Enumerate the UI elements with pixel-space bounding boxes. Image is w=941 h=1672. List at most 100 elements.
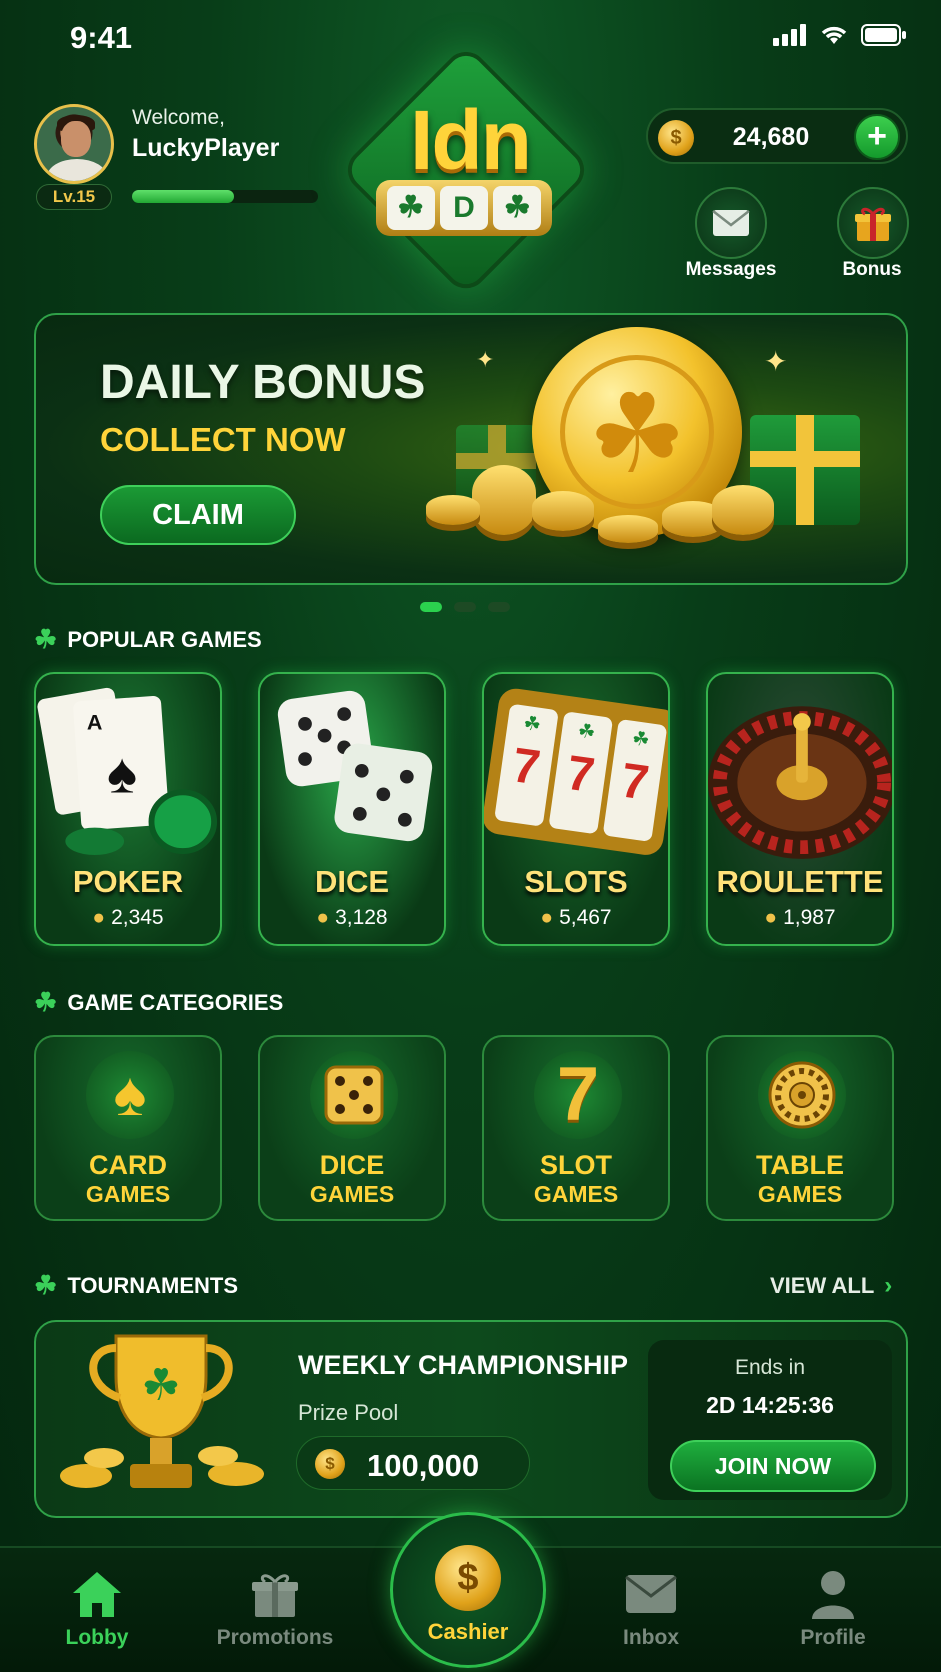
home-icon: [22, 1566, 172, 1622]
category-card-games[interactable]: ♠ CARD GAMES: [34, 1035, 222, 1221]
category-label: CARD GAMES: [36, 1151, 220, 1209]
game-name: SLOTS: [524, 864, 628, 899]
gift-icon: [200, 1566, 350, 1622]
game-card-roulette[interactable]: ROULETTE ● 1,987: [706, 672, 894, 946]
nav-lobby[interactable]: Lobby: [22, 1566, 172, 1650]
user-icon: ●: [316, 906, 330, 929]
join-now-button[interactable]: JOIN NOW: [670, 1440, 876, 1492]
pagination-dot[interactable]: [454, 602, 476, 612]
balance-pill: $ 24,680 +: [646, 108, 908, 164]
svg-text:☘: ☘: [522, 712, 542, 736]
dice-icon: [310, 1051, 398, 1139]
coin-stack-icon: [598, 515, 658, 543]
popular-games-title: POPULAR GAMES: [67, 626, 262, 652]
player-count-value: 3,128: [335, 906, 388, 929]
banner-pagination: [420, 602, 510, 612]
game-name: ROULETTE: [716, 864, 884, 899]
dollar-coin-icon: $: [435, 1545, 501, 1611]
status-icons: [773, 24, 907, 46]
messages-button[interactable]: Messages: [676, 187, 786, 281]
svg-text:☘: ☘: [141, 1361, 180, 1410]
category-line2: GAMES: [85, 1181, 171, 1207]
claim-button[interactable]: CLAIM: [100, 485, 296, 545]
sparkle-icon: ✦: [764, 346, 788, 377]
ends-in-label: Ends in: [734, 1356, 806, 1379]
countdown-timer: 2D 14:25:36: [706, 1392, 834, 1418]
player-count: ● 5,467: [484, 906, 668, 930]
roulette-wheel-icon: [758, 1051, 846, 1139]
banner-title: DAILY BONUS: [100, 356, 426, 409]
nav-lobby-label: Lobby: [65, 1626, 129, 1649]
prize-pool-label: Prize Pool: [298, 1400, 399, 1425]
pagination-dot[interactable]: [488, 602, 510, 612]
user-icon: ●: [764, 906, 778, 929]
view-all-label: VIEW ALL: [770, 1273, 875, 1298]
avatar[interactable]: [34, 104, 114, 184]
clover-icon: ☘: [34, 987, 58, 1017]
nav-profile[interactable]: Profile: [758, 1566, 908, 1650]
category-dice-games[interactable]: DICE GAMES: [258, 1035, 446, 1221]
category-slot-games[interactable]: 7 SLOT GAMES: [482, 1035, 670, 1221]
nav-cashier-label: Cashier: [427, 1619, 509, 1644]
coin-icon: $: [658, 120, 694, 156]
user-icon: ●: [540, 906, 554, 929]
view-all-link[interactable]: VIEW ALL ›: [770, 1272, 892, 1300]
level-badge: Lv.15: [36, 184, 112, 210]
xp-progress-fill: [132, 190, 235, 203]
nav-inbox[interactable]: Inbox: [576, 1566, 726, 1650]
category-line1: SLOT: [540, 1150, 612, 1180]
daily-bonus-banner[interactable]: DAILY BONUS COLLECT NOW CLAIM ☘ ✦ ✦: [34, 313, 908, 585]
bonus-button[interactable]: Bonus: [817, 187, 927, 281]
logo-text: Idn: [410, 93, 532, 187]
logo-reels: ☘ D ☘: [376, 180, 552, 236]
svg-text:☘: ☘: [576, 720, 596, 744]
category-line1: TABLE: [756, 1150, 844, 1180]
category-table-games[interactable]: TABLE GAMES: [706, 1035, 894, 1221]
nav-profile-label: Profile: [800, 1626, 866, 1649]
trophy-icon: ☘: [60, 1334, 264, 1488]
game-categories-title: GAME CATEGORIES: [67, 989, 284, 1015]
bonus-label: Bonus: [842, 259, 902, 280]
envelope-icon: [695, 187, 767, 259]
tournaments-title: TOURNAMENTS: [67, 1272, 239, 1298]
category-line2: GAMES: [757, 1181, 843, 1207]
nav-cashier[interactable]: $ Cashier: [390, 1512, 546, 1668]
svg-text:A: A: [87, 711, 103, 735]
spade-icon: ♠: [86, 1051, 174, 1139]
sparkle-icon: ✦: [476, 347, 495, 372]
pagination-dot[interactable]: [420, 602, 442, 612]
game-card-slots[interactable]: 7 7 7 ☘ ☘ ☘ SLOTS ● 5,467: [482, 672, 670, 946]
player-count-value: 1,987: [783, 906, 836, 929]
nav-inbox-label: Inbox: [623, 1626, 679, 1649]
envelope-icon: [576, 1566, 726, 1622]
logo-reel-letter: D: [439, 186, 488, 230]
game-name: DICE: [314, 864, 390, 899]
xp-progress-bar: [132, 190, 318, 203]
category-line2: GAMES: [309, 1181, 395, 1207]
user-icon: ●: [92, 906, 106, 929]
game-name: POKER: [72, 864, 184, 899]
player-count-value: 5,467: [559, 906, 612, 929]
nav-promotions-label: Promotions: [216, 1626, 334, 1649]
poker-cards-icon: A ♠: [37, 687, 218, 855]
gift-icon: [837, 187, 909, 259]
game-card-dice[interactable]: DICE ● 3,128: [258, 672, 446, 946]
category-label: SLOT GAMES: [484, 1151, 668, 1209]
prize-pool-value: 100,000: [367, 1448, 480, 1483]
dice-icon: [277, 690, 433, 842]
player-count: ● 2,345: [36, 906, 220, 930]
welcome-text: Welcome,: [132, 106, 225, 129]
coin-stack-icon: [426, 495, 480, 525]
category-label: DICE GAMES: [260, 1151, 444, 1209]
tournaments-header: ☘ TOURNAMENTS: [34, 1270, 238, 1301]
category-label: TABLE GAMES: [708, 1151, 892, 1209]
prize-pool: $ 100,000: [296, 1436, 530, 1490]
game-card-poker[interactable]: A ♠ POKER ● 2,345: [34, 672, 222, 946]
svg-text:☘: ☘: [631, 727, 651, 751]
battery-icon: [861, 24, 906, 46]
nav-promotions[interactable]: Promotions: [200, 1566, 350, 1650]
balance-value: 24,680: [732, 123, 810, 151]
add-funds-button[interactable]: +: [854, 114, 900, 160]
player-count: ● 3,128: [260, 906, 444, 930]
category-line1: DICE: [319, 1150, 385, 1180]
